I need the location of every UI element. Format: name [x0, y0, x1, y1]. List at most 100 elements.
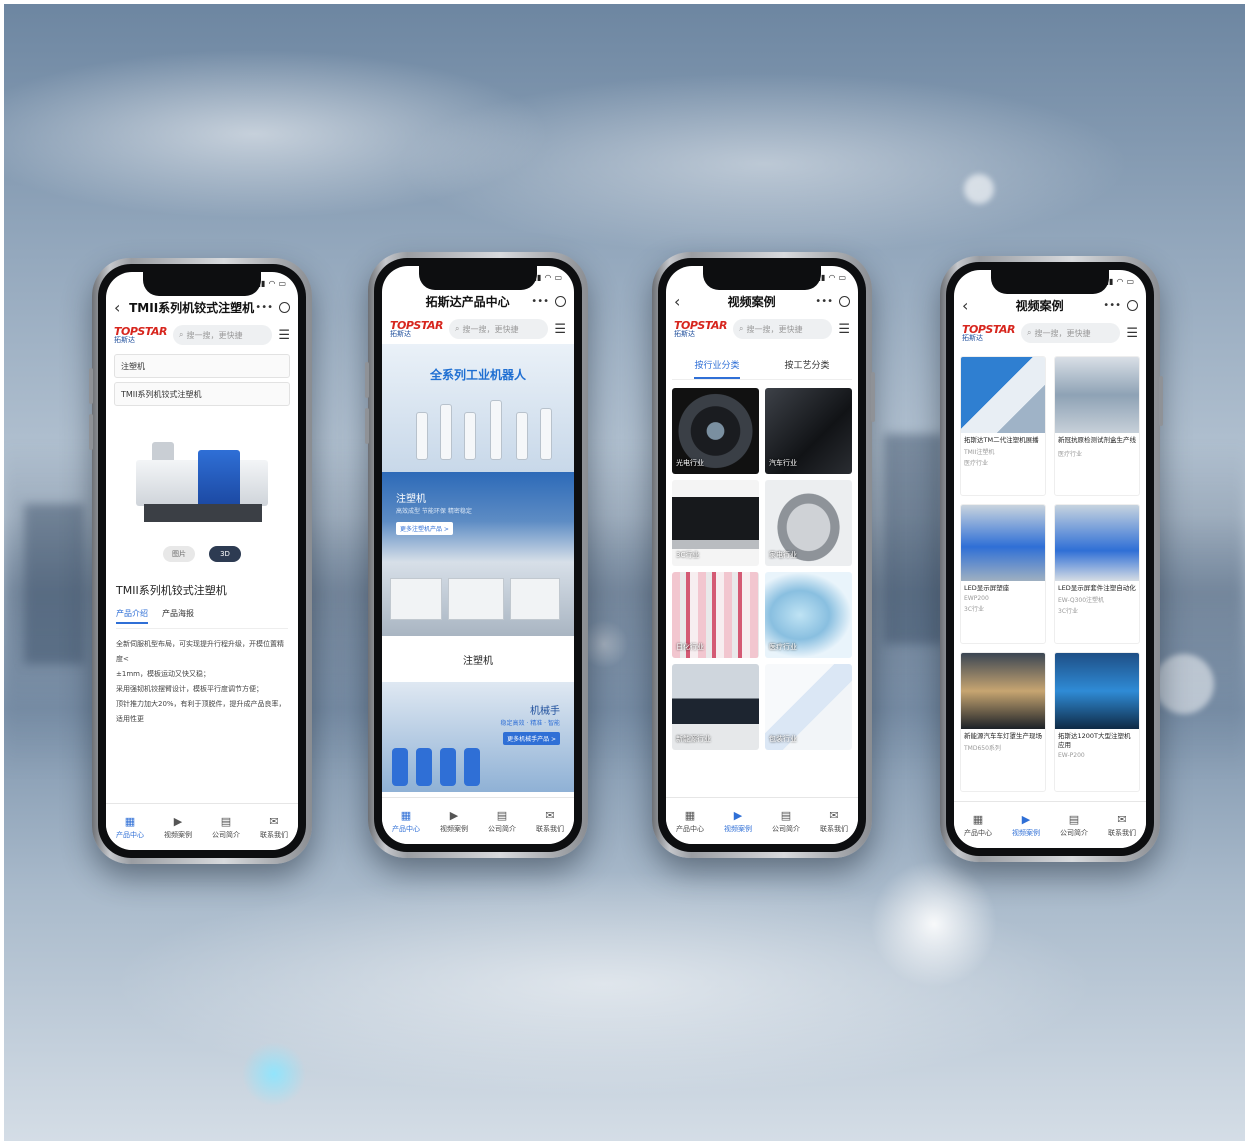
- tab-by-process[interactable]: 按工艺分类: [784, 352, 829, 379]
- industry-tile[interactable]: 汽车行业: [765, 388, 852, 474]
- tab-contact-us[interactable]: ✉ 联系我们: [526, 798, 574, 844]
- miniprogram-capsule[interactable]: •••: [815, 295, 850, 307]
- industry-tile[interactable]: 光电行业: [672, 388, 759, 474]
- video-case-card[interactable]: LED显示屏塑座 EWP200 3C行业: [960, 504, 1046, 644]
- video-case-card[interactable]: 拓斯达1200T大型注塑机应用 EW-P200: [1054, 652, 1140, 792]
- tab-product-center[interactable]: ▦ 产品中心: [382, 798, 430, 844]
- close-icon[interactable]: [1127, 299, 1138, 311]
- image-toggle-button[interactable]: 图片: [163, 546, 195, 562]
- tab-product-intro[interactable]: 产品介绍: [116, 608, 148, 624]
- close-icon[interactable]: [279, 301, 290, 313]
- video-case-card[interactable]: 新能源汽车车灯罩生产现场 TMD650系列: [960, 652, 1046, 792]
- tab-contact-us[interactable]: ✉ 联系我们: [810, 798, 858, 844]
- video-case-card[interactable]: 拓斯达TM二代注塑机展播 TMII注塑机 医疗行业: [960, 356, 1046, 496]
- phone-screen: ▮▮▮◠▭ ‹ 视频案例 ••• TOPSTAR拓斯达 ⌕搜一搜，更快捷 ☰ 拓…: [954, 270, 1146, 848]
- menu-icon[interactable]: ☰: [1126, 326, 1138, 341]
- chat-icon: ✉: [545, 808, 555, 822]
- industry-tile[interactable]: 日化行业: [672, 572, 759, 658]
- series-select[interactable]: TMII系列机铰式注塑机: [114, 382, 290, 406]
- page-title: TMII系列机铰式注塑机: [129, 300, 255, 315]
- miniprogram-capsule[interactable]: •••: [1103, 299, 1138, 311]
- tab-video-cases[interactable]: ▶ 视频案例: [430, 798, 478, 844]
- industry-tile[interactable]: 包装行业: [765, 664, 852, 750]
- tab-video-cases[interactable]: ▶ 视频案例: [1002, 802, 1050, 848]
- industry-tile[interactable]: 家电行业: [765, 480, 852, 566]
- search-input[interactable]: ⌕ 搜一搜，更快捷: [448, 319, 549, 339]
- video-case-grid: 拓斯达TM二代注塑机展播 TMII注塑机 医疗行业 新冠抗原检测试剂盒生产线 医疗行业…: [954, 348, 1146, 800]
- tab-by-industry[interactable]: 按行业分类: [694, 352, 740, 379]
- search-input[interactable]: ⌕ 搜一搜，更快捷: [172, 325, 273, 345]
- banner-title: 全系列工业机器人: [429, 368, 526, 382]
- robot-arm-banner[interactable]: 机械手 稳定高效 · 精准 · 智能 更多机械手产品 >: [382, 682, 574, 792]
- phone-mockup-3: ▮▮▮◠▭ ‹ 视频案例 ••• TOPSTAR拓斯达 ⌕搜一搜，更快捷 ☰ 按…: [652, 252, 875, 858]
- page-title: 视频案例: [1015, 298, 1064, 313]
- phone-mockup-2: ▮▮▮◠▭ 拓斯达产品中心 ••• TOPSTAR拓斯达 ⌕搜一搜，更快捷 ☰ …: [365, 252, 588, 858]
- tab-video-cases[interactable]: ▶ 视频案例: [714, 798, 762, 844]
- tab-product-center[interactable]: ▦ 产品中心: [106, 804, 154, 850]
- tab-product-center[interactable]: ▦ 产品中心: [954, 802, 1002, 848]
- tab-contact-us[interactable]: ✉ 联系我们: [1098, 802, 1146, 848]
- chat-icon: ✉: [829, 808, 839, 822]
- logo: TOPSTAR 拓斯达: [962, 323, 1015, 342]
- industry-grid: 光电行业 汽车行业 3C行业 家电行业 日化行业 医疗行业 新能源行业 包装行业: [666, 380, 858, 758]
- industry-tile[interactable]: 医疗行业: [765, 572, 852, 658]
- grid-icon: ▦: [124, 814, 136, 828]
- grid-icon: ▦: [972, 812, 984, 826]
- back-icon[interactable]: ‹: [674, 292, 688, 311]
- product-title: TMII系列机铰式注塑机: [116, 584, 227, 597]
- blurred-building: [884, 434, 944, 644]
- bottom-tab-bar: ▦ 产品中心 ▶ 视频案例 ▤ 公司简介 ✉ 联系我们: [382, 797, 574, 844]
- industry-tile[interactable]: 新能源行业: [672, 664, 759, 750]
- robot-banner[interactable]: 全系列工业机器人: [382, 344, 574, 472]
- logo: TOPSTAR 拓斯达: [674, 319, 727, 338]
- logo: TOPSTAR 拓斯达: [114, 325, 167, 344]
- menu-icon[interactable]: ☰: [838, 322, 850, 337]
- industry-tile[interactable]: 3C行业: [672, 480, 759, 566]
- banner-subtitle: 高效成型 节能环保 精密稳定: [396, 508, 472, 515]
- tab-product-poster[interactable]: 产品海报: [162, 608, 194, 624]
- category-select[interactable]: 注塑机: [114, 354, 290, 378]
- 3d-toggle-button[interactable]: 3D: [209, 546, 241, 562]
- page-title: 视频案例: [727, 294, 776, 309]
- tab-company-intro[interactable]: ▤ 公司简介: [762, 798, 810, 844]
- back-icon[interactable]: ‹: [962, 296, 976, 315]
- video-case-card[interactable]: LED显示屏套件注塑自动化 EW-Q300注塑机 3C行业: [1054, 504, 1140, 644]
- logo: TOPSTAR 拓斯达: [390, 319, 443, 338]
- tab-video-cases[interactable]: ▶ 视频案例: [154, 804, 202, 850]
- phone-mockup-1: ▮▮▮◠▭ ‹ TMII系列机铰式注塑机 ••• TOPSTAR拓斯达 ⌕搜一搜…: [89, 258, 312, 864]
- search-input[interactable]: ⌕ 搜一搜，更快捷: [1020, 323, 1121, 343]
- grid-icon: ▦: [684, 808, 696, 822]
- section-caption: 注塑机: [463, 655, 493, 667]
- bokeh-light: [964, 174, 994, 204]
- back-icon[interactable]: ‹: [114, 298, 128, 317]
- play-icon: ▶: [173, 814, 183, 828]
- tab-product-center[interactable]: ▦ 产品中心: [666, 798, 714, 844]
- miniprogram-capsule[interactable]: •••: [255, 301, 290, 313]
- close-icon[interactable]: [839, 295, 850, 307]
- document-icon: ▤: [220, 814, 232, 828]
- close-icon[interactable]: [555, 295, 566, 307]
- miniprogram-capsule[interactable]: •••: [531, 295, 566, 307]
- bottom-tab-bar: ▦ 产品中心 ▶ 视频案例 ▤ 公司简介 ✉ 联系我们: [666, 797, 858, 844]
- search-icon: ⌕: [454, 324, 460, 333]
- menu-icon[interactable]: ☰: [278, 328, 290, 343]
- tab-company-intro[interactable]: ▤ 公司简介: [478, 798, 526, 844]
- tab-company-intro[interactable]: ▤ 公司简介: [1050, 802, 1098, 848]
- menu-icon[interactable]: ☰: [554, 322, 566, 337]
- injection-machine-image: [122, 420, 282, 540]
- tab-company-intro[interactable]: ▤ 公司简介: [202, 804, 250, 850]
- banner-title: 机械手: [530, 706, 560, 717]
- phone-screen: ▮▮▮◠▭ ‹ 视频案例 ••• TOPSTAR拓斯达 ⌕搜一搜，更快捷 ☰ 按…: [666, 266, 858, 844]
- injection-machine-banner[interactable]: 注塑机 高效成型 节能环保 精密稳定 更多注塑机产品 >: [382, 472, 574, 636]
- document-icon: ▤: [1068, 812, 1080, 826]
- search-input[interactable]: ⌕ 搜一搜，更快捷: [732, 319, 833, 339]
- video-case-card[interactable]: 新冠抗原检测试剂盒生产线 医疗行业: [1054, 356, 1140, 496]
- bottom-tab-bar: ▦ 产品中心 ▶ 视频案例 ▤ 公司简介 ✉ 联系我们: [954, 801, 1146, 848]
- phone-mockup-4: ▮▮▮◠▭ ‹ 视频案例 ••• TOPSTAR拓斯达 ⌕搜一搜，更快捷 ☰ 拓…: [940, 256, 1163, 862]
- tab-contact-us[interactable]: ✉ 联系我们: [250, 804, 298, 850]
- more-machines-button[interactable]: 更多注塑机产品 >: [396, 522, 453, 535]
- more-robot-arms-button[interactable]: 更多机械手产品 >: [503, 732, 560, 745]
- blurred-building: [24, 504, 84, 664]
- search-icon: ⌕: [1026, 328, 1032, 337]
- phone-screen: ▮▮▮◠▭ ‹ TMII系列机铰式注塑机 ••• TOPSTAR拓斯达 ⌕搜一搜…: [106, 272, 298, 850]
